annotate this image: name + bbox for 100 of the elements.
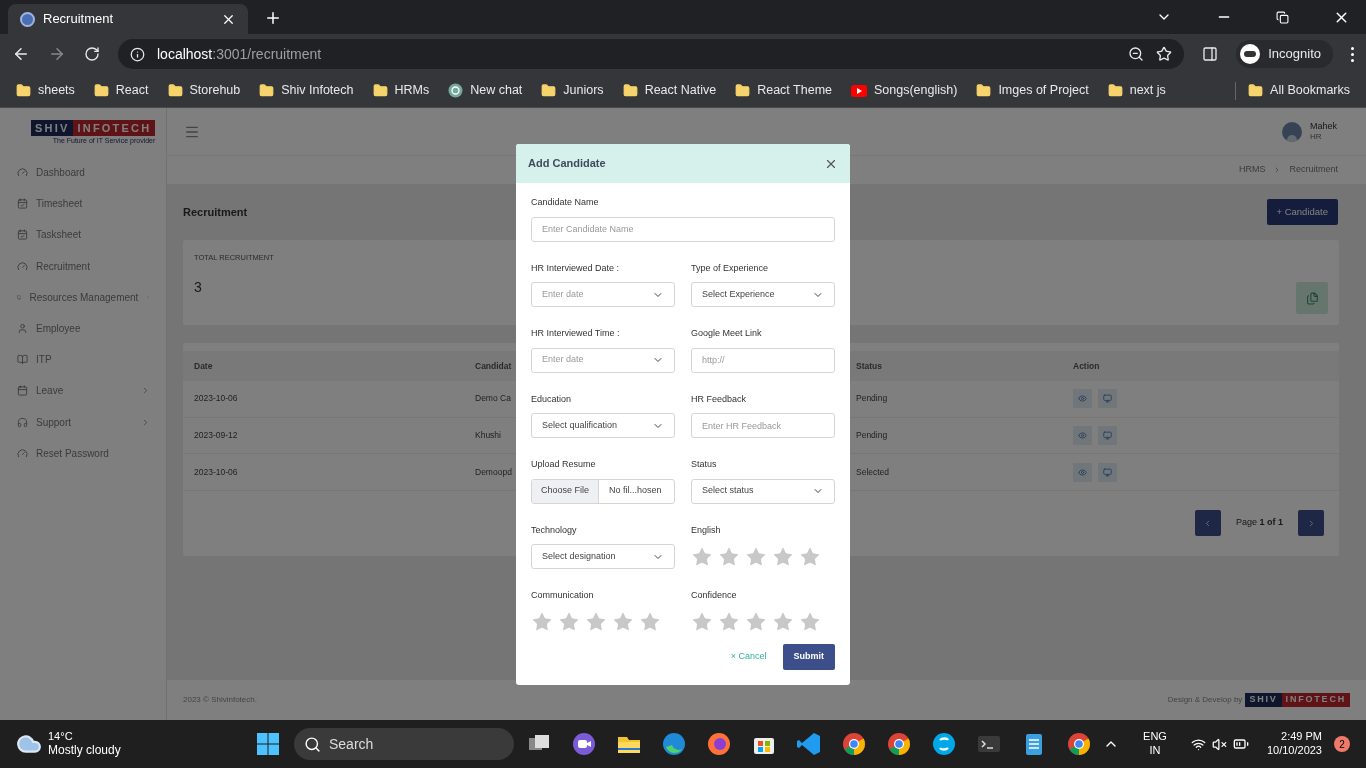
- bookmark-item[interactable]: Songs(english): [851, 81, 958, 100]
- zoom-icon[interactable]: [1128, 46, 1145, 62]
- chrome-icon[interactable]: [841, 731, 867, 757]
- field-label: English: [691, 523, 722, 537]
- folder-icon: [259, 83, 275, 98]
- files-icon: [1305, 291, 1319, 305]
- star-icon[interactable]: [772, 611, 794, 633]
- star-icon[interactable]: [799, 611, 821, 633]
- wifi-icon[interactable]: [1190, 736, 1206, 752]
- column-header: Candidat: [475, 360, 512, 371]
- next-page-button[interactable]: [1298, 510, 1324, 537]
- star-icon[interactable]: [691, 611, 713, 633]
- browser-icon[interactable]: [706, 731, 732, 757]
- star-icon[interactable]: [718, 611, 740, 633]
- new-tab-icon[interactable]: [264, 9, 282, 27]
- bookmark-item[interactable]: HRMs: [372, 81, 430, 100]
- bookmark-item[interactable]: Storehub: [167, 81, 241, 100]
- submit-button[interactable]: Submit: [782, 644, 835, 670]
- windows-logo-icon[interactable]: [256, 732, 280, 756]
- star-icon[interactable]: [585, 611, 607, 633]
- text-field[interactable]: Enter Candidate Name: [531, 216, 835, 242]
- page-indicator: Page 1 of 1: [1235, 516, 1283, 530]
- select-field[interactable]: Select qualification: [531, 413, 675, 438]
- bookmark-item[interactable]: next js: [1107, 81, 1166, 100]
- taskbar-search-field[interactable]: Search: [294, 728, 514, 760]
- bookmark-item[interactable]: All Bookmarks: [1248, 81, 1350, 100]
- sidebar-item-icon: [17, 416, 28, 428]
- bookmark-item[interactable]: React Theme: [735, 81, 832, 100]
- star-icon[interactable]: [745, 545, 767, 568]
- star-icon[interactable]: [531, 611, 553, 633]
- menu-dots-icon[interactable]: [1351, 46, 1354, 62]
- avatar[interactable]: [1282, 121, 1302, 142]
- file-field[interactable]: Choose File No fil...hosen: [531, 478, 675, 504]
- star-icon[interactable]: [745, 611, 767, 633]
- profile-chip[interactable]: Incognito: [1236, 40, 1333, 68]
- language-label[interactable]: ENG: [1143, 730, 1167, 744]
- bookmark-star-icon[interactable]: [1156, 46, 1173, 62]
- select-field[interactable]: Select status: [691, 478, 835, 504]
- muted-volume-icon[interactable]: [1211, 736, 1227, 752]
- field-label: HR Interviewed Time :: [531, 327, 621, 340]
- select-field[interactable]: Select Experience: [691, 282, 835, 307]
- chat-app-icon[interactable]: [931, 731, 957, 757]
- bookmark-item[interactable]: Imges of Project: [976, 81, 1089, 100]
- field-label: Technology: [531, 523, 578, 537]
- reload-icon[interactable]: [84, 46, 100, 62]
- clock-date[interactable]: 10/10/2023: [1266, 744, 1322, 758]
- chrome-icon[interactable]: [886, 731, 912, 757]
- field-label: Upload Resume: [531, 458, 597, 471]
- back-icon[interactable]: [12, 45, 30, 63]
- star-icon[interactable]: [612, 611, 634, 633]
- text-field[interactable]: http://: [691, 347, 835, 373]
- side-panel-icon[interactable]: [1202, 46, 1219, 62]
- dialog-title: Add Candidate: [528, 156, 606, 172]
- logo: SHIV INFOTECH: [31, 119, 156, 137]
- code-editor-icon[interactable]: [796, 731, 822, 757]
- bookmark-item[interactable]: sheets: [16, 81, 75, 100]
- weather-text: Mostly cloudy: [48, 743, 121, 759]
- text-field[interactable]: Enter HR Feedback: [691, 413, 835, 438]
- bookmark-item[interactable]: New chat: [448, 81, 523, 100]
- browser-tab[interactable]: Recruitment: [8, 4, 248, 34]
- sidebar-item-icon: [17, 260, 28, 272]
- bookmark-item[interactable]: React Native: [622, 81, 717, 100]
- search-icon: [304, 735, 321, 753]
- page-title: Recruitment: [183, 204, 248, 220]
- browser-icon[interactable]: [661, 731, 687, 757]
- sidebar-item-icon: [17, 167, 28, 179]
- bookmark-item[interactable]: Juniors: [541, 81, 604, 100]
- select-field[interactable]: Select designation: [531, 544, 675, 569]
- star-icon[interactable]: [772, 545, 794, 568]
- user-role: HR: [1310, 132, 1323, 143]
- notification-badge[interactable]: 2: [1334, 736, 1350, 752]
- clock-time[interactable]: 2:49 PM: [1281, 730, 1322, 744]
- chrome-icon[interactable]: [1066, 731, 1092, 757]
- address-bar[interactable]: localhost:3001/recruitment: [118, 39, 1185, 69]
- field-label: Education: [531, 392, 573, 406]
- previous-page-button[interactable]: [1194, 510, 1221, 537]
- column-header: Action: [1073, 359, 1100, 373]
- field-label: HR Interviewed Date :: [531, 261, 621, 275]
- star-icon[interactable]: [718, 545, 740, 568]
- star-icon[interactable]: [799, 545, 821, 568]
- star-icon[interactable]: [691, 545, 713, 568]
- bookmark-item[interactable]: Shiv Infotech: [259, 81, 354, 100]
- chat-bot-icon: [448, 83, 464, 98]
- table-cell: Pending: [856, 430, 888, 441]
- folder-icon: [735, 83, 751, 98]
- sidebar-item-icon: [17, 198, 28, 210]
- add-candidate-button[interactable]: + Candidate: [1266, 199, 1338, 225]
- folder-icon: [1248, 83, 1264, 98]
- forward-icon[interactable]: [48, 45, 66, 63]
- video-chat-icon[interactable]: [571, 731, 597, 757]
- star-icon[interactable]: [558, 611, 580, 633]
- battery-icon[interactable]: [1232, 736, 1249, 752]
- restore-icon[interactable]: [1276, 10, 1289, 24]
- region-label[interactable]: IN: [1149, 744, 1161, 758]
- star-icon[interactable]: [639, 611, 661, 633]
- bookmark-item[interactable]: React: [93, 81, 149, 100]
- choose-file-button[interactable]: Choose File: [532, 479, 600, 503]
- user-name: Mahek: [1310, 120, 1337, 133]
- column-header: Status: [856, 360, 882, 371]
- chevron-right-icon: [141, 417, 150, 427]
